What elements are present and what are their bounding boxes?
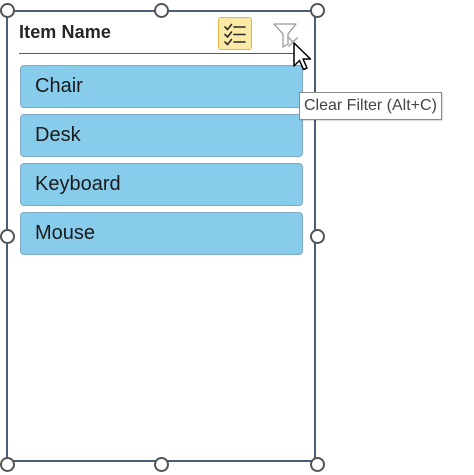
slicer-item-chair[interactable]: Chair: [20, 65, 303, 108]
resize-handle-bottom-left[interactable]: [0, 457, 15, 472]
resize-handle-top-right[interactable]: [310, 3, 325, 18]
multi-select-checklist-icon: [224, 23, 246, 46]
resize-handle-middle-left[interactable]: [0, 229, 15, 244]
resize-handle-top-middle[interactable]: [154, 3, 169, 18]
slicer-canvas: Item Name Chair Desk Keyboard Mouse Clea…: [0, 0, 474, 475]
multi-select-button[interactable]: [218, 17, 252, 50]
resize-handle-bottom-middle[interactable]: [154, 457, 169, 472]
slicer-item-mouse[interactable]: Mouse: [20, 212, 303, 255]
resize-handle-top-left[interactable]: [0, 3, 15, 18]
resize-handle-middle-right[interactable]: [310, 229, 325, 244]
slicer-header-title: Item Name: [19, 22, 111, 42]
resize-handle-bottom-right[interactable]: [310, 457, 325, 472]
mouse-pointer-icon: [292, 42, 316, 74]
header-divider: [19, 53, 304, 54]
slicer-item-desk[interactable]: Desk: [20, 114, 303, 157]
slicer-item-keyboard[interactable]: Keyboard: [20, 163, 303, 206]
clear-filter-tooltip: Clear Filter (Alt+C): [299, 92, 442, 120]
